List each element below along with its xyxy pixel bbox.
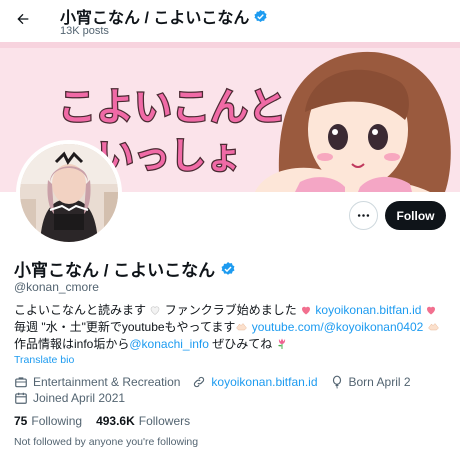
hands-icon — [236, 323, 248, 331]
bio-link-youtube[interactable]: youtube.com/@koyoikonan0402 — [252, 320, 424, 334]
user-handle: @konan_cmore — [14, 280, 99, 294]
category-item: Entertainment & Recreation — [14, 375, 180, 389]
banner-title-line2: いっしょ — [98, 136, 242, 177]
verified-badge-icon — [254, 9, 267, 22]
banner-title-line1: こよいこんと — [58, 85, 286, 129]
calendar-icon — [15, 392, 27, 404]
category-text: Entertainment & Recreation — [33, 375, 181, 389]
followers-label: Followers — [138, 414, 191, 428]
bio-text-2: ファンクラブ始めました — [161, 303, 297, 317]
more-options-button[interactable] — [349, 201, 378, 230]
verified-badge-icon[interactable] — [220, 261, 236, 277]
bio-text-1: こよいこなんと読みます — [14, 303, 147, 317]
pink-heart-icon — [302, 306, 311, 315]
more-horizontal-icon — [357, 214, 370, 217]
bio-text-4: 作品情報はinfo垢から — [14, 337, 130, 351]
translate-bio-link[interactable]: Translate bio — [14, 354, 74, 366]
followers-count: 493.6K — [96, 414, 135, 428]
following-label: Following — [31, 414, 83, 428]
briefcase-icon — [15, 377, 27, 388]
follow-button[interactable]: Follow — [385, 201, 446, 230]
joined-text: Joined April 2021 — [33, 391, 126, 405]
following-stat[interactable]: 75 Following — [14, 414, 82, 428]
avatar-photo — [20, 144, 118, 242]
top-bar: 小宵こなん / こよいこなん 13K posts — [0, 0, 460, 42]
tulip-icon — [277, 338, 285, 349]
bio-text-5: ぜひみてね — [208, 337, 273, 351]
not-followed-notice: Not followed by anyone you're following — [14, 436, 199, 448]
profile-meta-row-2: Joined April 2021 — [14, 391, 454, 405]
follow-stats: 75 Following 493.6K Followers — [14, 414, 190, 428]
birthday-text: Born April 2 — [348, 375, 411, 389]
bio-link-fanclub[interactable]: koyoikonan.bitfan.id — [315, 303, 421, 317]
joined-item: Joined April 2021 — [14, 391, 125, 405]
followers-stat[interactable]: 493.6K Followers — [96, 414, 190, 428]
profile-avatar[interactable] — [16, 140, 122, 246]
link-icon — [194, 376, 205, 388]
profile-meta-row-1: Entertainment & Recreation koyoikonan.bi… — [14, 375, 454, 389]
hands-icon — [427, 323, 439, 331]
website-link[interactable]: koyoikonan.bitfan.id — [211, 375, 317, 389]
display-name: 小宵こなん / こよいこなん — [14, 261, 216, 280]
white-heart-icon — [151, 306, 160, 315]
balloon-icon — [332, 375, 341, 389]
pink-heart-icon — [426, 306, 435, 315]
profile-bio: こよいこなんと読みます ファンクラブ始めました koyoikonan.bitfa… — [14, 302, 446, 353]
birthday-item: Born April 2 — [330, 375, 411, 389]
following-count: 75 — [14, 414, 28, 428]
bio-text-3: 毎週 "水・土"更新でyoutubeもやってます — [14, 320, 236, 334]
website-item: koyoikonan.bitfan.id — [192, 375, 318, 389]
post-count: 13K posts — [60, 25, 109, 37]
bio-link-info-account[interactable]: @konachi_info — [129, 337, 209, 351]
display-name-row: 小宵こなん / こよいこなん — [14, 256, 236, 281]
arrow-left-icon — [17, 13, 29, 25]
back-button[interactable] — [10, 6, 36, 32]
